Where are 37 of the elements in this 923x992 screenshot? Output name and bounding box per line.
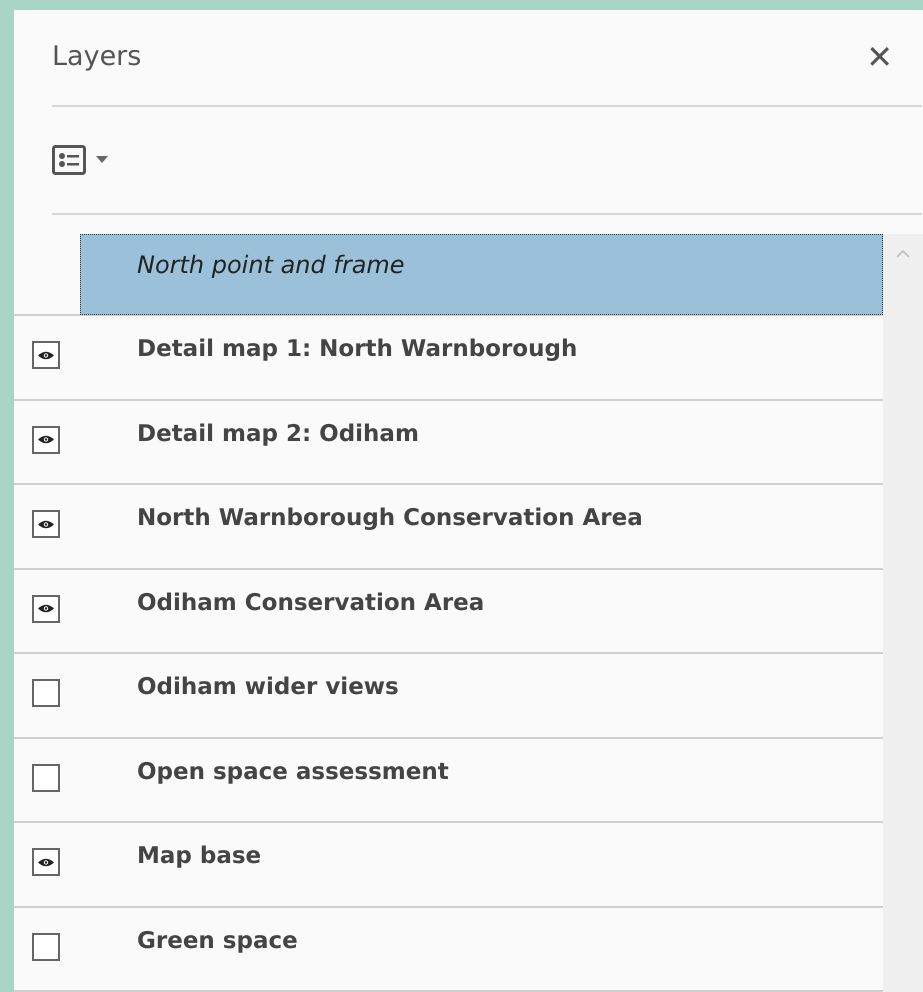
layer-name: Green space	[137, 926, 298, 956]
layer-row[interactable]: Detail map 2: Odiham	[14, 400, 883, 485]
caret-icon	[96, 156, 108, 164]
layer-name: Odiham Conservation Area	[137, 588, 484, 618]
layer-row[interactable]: North Warnborough Conservation Area	[14, 485, 883, 570]
layer-row[interactable]: Open space assessment	[14, 738, 883, 823]
visibility-toggle[interactable]	[32, 932, 60, 960]
layer-row[interactable]: Green space	[14, 908, 883, 992]
visibility-toggle[interactable]	[32, 426, 60, 454]
layer-row[interactable]: Detail map 1: North Warnborough	[14, 316, 883, 400]
visibility-toggle[interactable]	[32, 510, 60, 538]
visibility-toggle[interactable]	[32, 764, 60, 792]
visibility-toggle[interactable]	[32, 594, 60, 622]
list-icon	[52, 144, 86, 175]
visibility-toggle[interactable]	[32, 341, 60, 369]
layer-name: Odiham wider views	[137, 673, 399, 702]
layer-row[interactable]: Map base	[14, 823, 883, 908]
layer-row[interactable]: Odiham Conservation Area	[14, 570, 883, 654]
layer-name: Map base	[137, 842, 262, 871]
close-button[interactable]: ✕	[866, 41, 893, 74]
eye-icon	[37, 434, 55, 445]
visibility-toggle[interactable]	[32, 848, 60, 876]
panel-title: Layers	[52, 40, 142, 74]
layer-name: Open space assessment	[137, 758, 449, 786]
layer-name: Detail map 2: Odiham	[137, 420, 419, 448]
eye-icon	[37, 856, 55, 868]
visibility-toggle[interactable]	[32, 679, 60, 707]
eye-icon	[37, 518, 55, 530]
eye-icon	[37, 350, 55, 360]
eye-icon	[37, 603, 55, 614]
layer-name: North point and frame	[137, 251, 405, 279]
layer-name: North Warnborough Conservation Area	[137, 504, 643, 533]
scrollbar[interactable]	[883, 234, 923, 992]
layer-row[interactable]: North point and frame	[80, 234, 883, 315]
layer-row[interactable]: Odiham wider views	[14, 654, 883, 738]
options-button[interactable]	[52, 144, 108, 175]
layer-name: Detail map 1: North Warnborough	[137, 335, 578, 364]
